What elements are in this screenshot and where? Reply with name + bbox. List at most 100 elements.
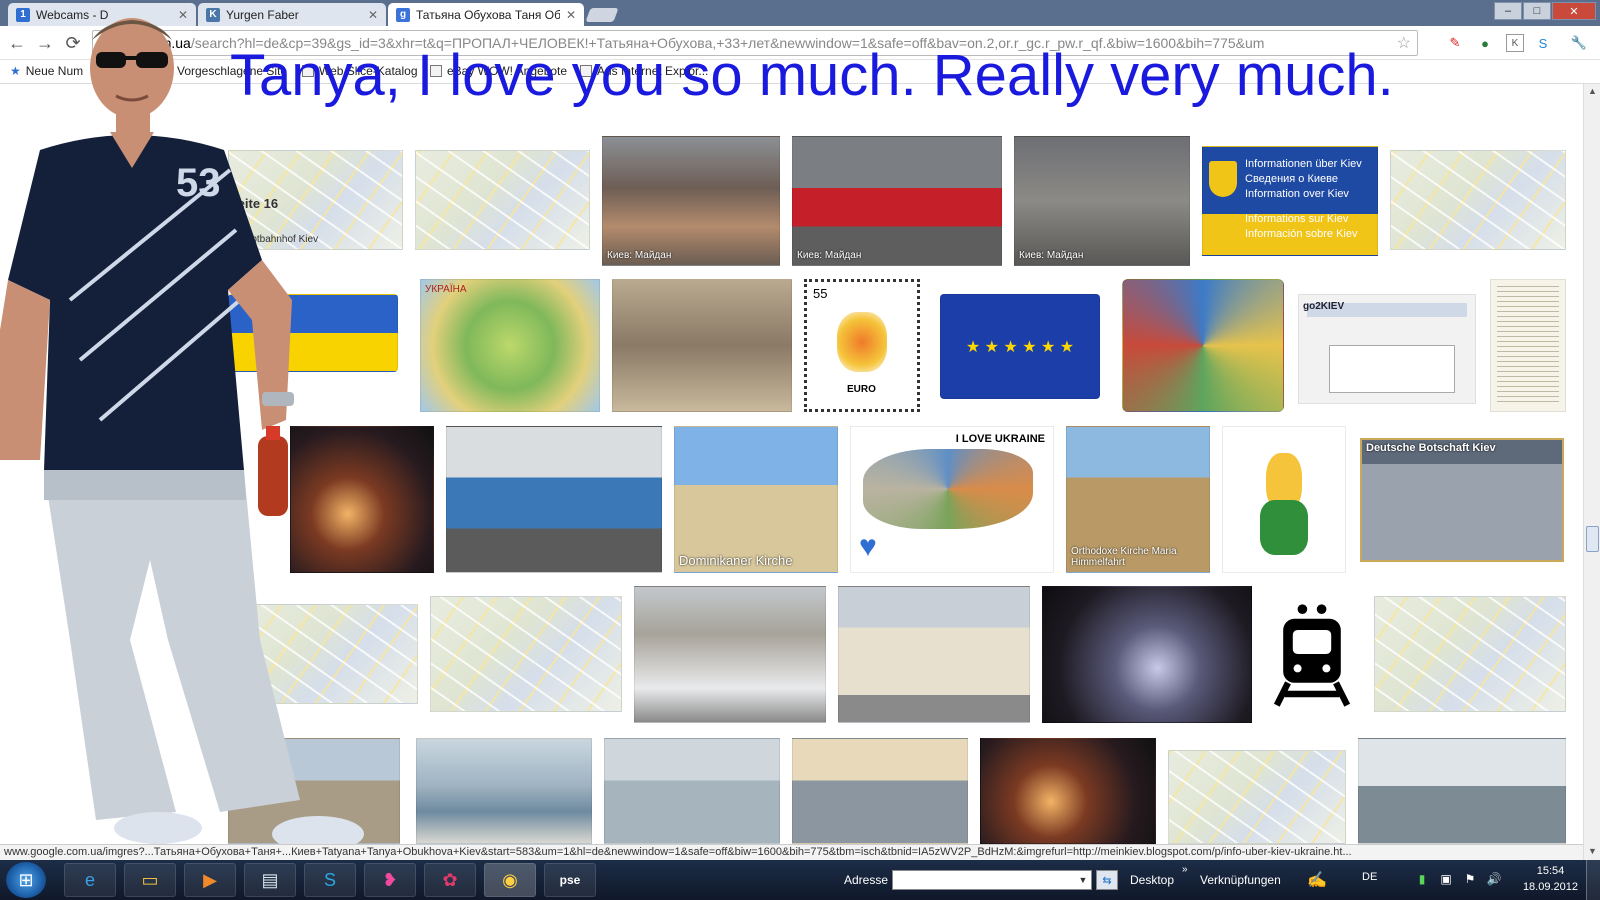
maximize-button[interactable]: □: [1523, 2, 1551, 20]
clock-time: 15:54: [1536, 865, 1565, 877]
result-thumb-ukraine-flag[interactable]: [228, 294, 398, 372]
links-toolbar-label[interactable]: Verknüpfungen: [1200, 873, 1281, 887]
tab-webcams[interactable]: 1 Webcams - D ✕: [8, 3, 196, 26]
result-thumb-fanzone[interactable]: [980, 738, 1156, 844]
reload-button[interactable]: ⟳: [62, 32, 84, 54]
taskbar-explorer[interactable]: ▭: [124, 863, 176, 897]
result-thumb-train[interactable]: [446, 426, 662, 573]
result-thumb-snow-square[interactable]: [634, 586, 826, 723]
scroll-down-icon[interactable]: ▼: [1587, 846, 1598, 858]
result-thumb-map[interactable]: [430, 596, 622, 712]
new-tab-button[interactable]: [585, 8, 619, 22]
forward-button[interactable]: →: [34, 32, 56, 54]
result-thumb-concert[interactable]: [1042, 586, 1252, 723]
bookmark-star-icon[interactable]: ☆: [1397, 33, 1411, 53]
result-thumb-dominikaner[interactable]: Dominikaner Kirche: [674, 426, 838, 573]
show-desktop-button[interactable]: [1586, 860, 1600, 900]
result-thumb-port[interactable]: [1358, 738, 1566, 844]
thumb-caption: Hauptbahnhof Kiev: [233, 234, 319, 245]
page-number-label: Seite 16: [229, 196, 279, 211]
battery-icon[interactable]: ▮: [1414, 871, 1430, 887]
toolbar-expand-icon[interactable]: »: [1182, 864, 1188, 875]
result-thumb-map[interactable]: [1168, 750, 1346, 844]
tray-device-icon[interactable]: ▣: [1438, 871, 1454, 887]
result-thumb-map[interactable]: [228, 604, 418, 704]
scroll-up-icon[interactable]: ▲: [1587, 86, 1598, 98]
internet-explorer-icon: e: [84, 869, 95, 890]
result-thumb-euro-mascot[interactable]: [1222, 426, 1346, 573]
result-thumb-city-panorama[interactable]: [228, 738, 400, 844]
lips-icon: ❥: [382, 869, 398, 890]
result-thumb-ukraine-collage[interactable]: [1122, 279, 1284, 412]
pen-tablet-icon[interactable]: ✍: [1304, 868, 1330, 892]
address-dropdown-icon[interactable]: ▼: [1076, 871, 1090, 889]
close-tab-icon[interactable]: ✕: [178, 8, 188, 22]
wrench-icon[interactable]: 🔧: [1570, 34, 1588, 52]
system-clock[interactable]: 15:54 18.09.2012: [1523, 863, 1578, 895]
vk-favicon-icon: K: [206, 7, 220, 22]
close-tab-icon[interactable]: ✕: [368, 8, 378, 22]
page-scrollbar[interactable]: ▲ ▼: [1583, 84, 1600, 860]
taskbar-app-pink[interactable]: ❥: [364, 863, 416, 897]
flower-icon: ✿: [442, 869, 458, 890]
taskbar-chrome[interactable]: ◉: [484, 863, 536, 897]
mascot-icon: [837, 312, 887, 372]
skype-icon[interactable]: S: [1534, 34, 1552, 52]
result-thumb-info-kiev[interactable]: Informationen über Kiev Сведения о Киеве…: [1202, 146, 1378, 256]
result-thumb-webcam-cocacola[interactable]: Киев: Майдан: [792, 136, 1002, 266]
extension-red-icon[interactable]: ✎: [1446, 34, 1464, 52]
extension-k-icon[interactable]: K: [1506, 34, 1524, 52]
taskbar-skype[interactable]: S: [304, 863, 356, 897]
close-window-button[interactable]: ✕: [1552, 2, 1596, 20]
taskbar-pse[interactable]: pse: [544, 863, 596, 897]
result-thumb-building[interactable]: [838, 586, 1030, 723]
volume-icon[interactable]: 🔊: [1486, 871, 1502, 887]
language-indicator[interactable]: DE: [1362, 871, 1377, 883]
result-thumb-document[interactable]: [1490, 279, 1566, 412]
web-page: Hauptbahnhof Kiev Киев: Майдан Киев: Май…: [0, 84, 1583, 844]
taskbar-internet-explorer[interactable]: e: [64, 863, 116, 897]
taskbar-media-player[interactable]: ▶: [184, 863, 236, 897]
minimize-button[interactable]: –: [1494, 2, 1522, 20]
result-thumb-train-icon[interactable]: [1262, 586, 1362, 723]
result-thumb-stadium[interactable]: [792, 738, 968, 844]
result-thumb-eu-flag[interactable]: ★ ★ ★ ★ ★ ★: [940, 294, 1100, 399]
result-thumb-harbour[interactable]: [416, 738, 592, 844]
skype-icon: S: [323, 869, 336, 890]
globe-icon[interactable]: ●: [1476, 34, 1494, 52]
result-thumb-webcam[interactable]: Киев: Майдан: [1014, 136, 1190, 266]
bookmark-icon: ★: [10, 64, 21, 78]
result-thumb-square[interactable]: [612, 279, 792, 412]
taskbar-address-input[interactable]: [892, 870, 1092, 890]
result-thumb-city-map[interactable]: [1390, 150, 1566, 250]
tab-google-images[interactable]: g Татьяна Обухова Таня Об ✕: [388, 3, 584, 26]
result-thumb-go2kiev[interactable]: go2KIEV: [1298, 294, 1476, 404]
thumb-caption: Киев: Майдан: [1019, 250, 1084, 261]
desktop-toolbar-label[interactable]: Desktop: [1130, 873, 1174, 887]
result-thumb-embassy-map[interactable]: [1374, 596, 1566, 712]
result-thumb-pier[interactable]: [604, 738, 780, 844]
back-button[interactable]: ←: [6, 32, 28, 54]
address-go-button[interactable]: ⇆: [1096, 870, 1118, 890]
result-thumb-night[interactable]: [290, 426, 434, 573]
taskbar-app-flower[interactable]: ✿: [424, 863, 476, 897]
taskbar-network-app[interactable]: ▤: [244, 863, 296, 897]
result-thumb-i-love-ukraine[interactable]: I LOVE UKRAINE ♥: [850, 426, 1054, 573]
stamp-text: EURO: [847, 384, 876, 395]
result-thumb-embassy[interactable]: Deutsche Botschaft Kiev: [1360, 438, 1564, 562]
result-thumb-orthodoxe[interactable]: Orthodoxe Kirche Maria Himmelfahrt: [1066, 426, 1210, 573]
result-thumb-ukraine-map[interactable]: УКРАЇНА: [420, 279, 600, 412]
scrollbar-thumb[interactable]: [1586, 526, 1599, 552]
thumb-caption: Deutsche Botschaft Kiev: [1366, 442, 1496, 454]
info-line: Information over Kiev: [1245, 188, 1349, 200]
train-icon: [1273, 604, 1351, 707]
bookmark-neue-num[interactable]: ★ Neue Num: [10, 64, 83, 78]
action-center-flag-icon[interactable]: ⚑: [1462, 871, 1478, 887]
tab-yurgen-faber[interactable]: K Yurgen Faber ✕: [198, 3, 386, 26]
result-thumb-map[interactable]: [415, 150, 590, 250]
result-thumb-webcam[interactable]: Киев: Майдан: [602, 136, 780, 266]
start-button[interactable]: ⊞: [6, 862, 46, 898]
link-status-bar: www.google.com.ua/imgres?...Татьяна+Обух…: [0, 844, 1583, 860]
result-thumb-euro-stamp[interactable]: 55 EURO: [804, 279, 920, 412]
close-tab-icon[interactable]: ✕: [566, 8, 576, 22]
